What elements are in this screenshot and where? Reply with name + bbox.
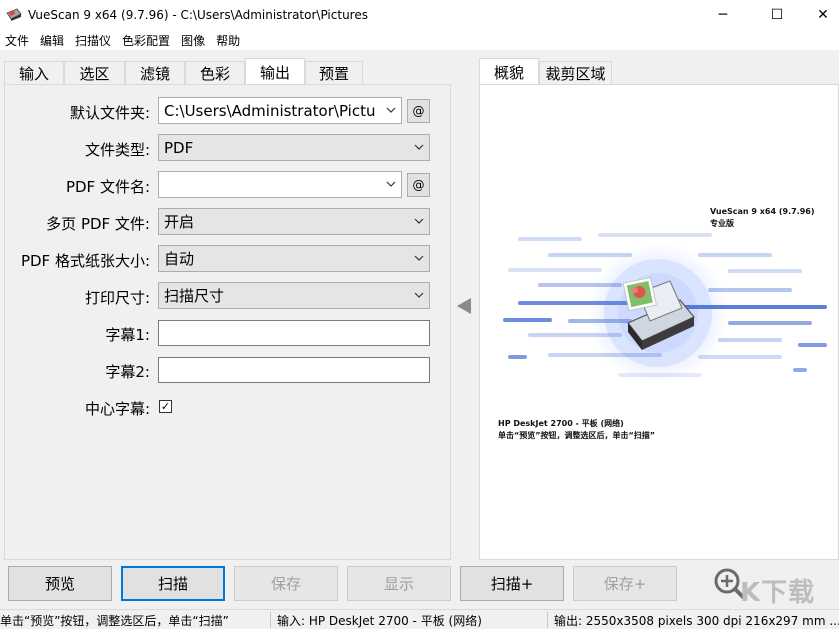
multipage-pdf-label: 多页 PDF 文件: [46, 215, 150, 233]
vuescan-app-icon [6, 8, 22, 21]
chevron-down-icon [414, 255, 424, 261]
show-button[interactable]: 显示 [347, 566, 451, 601]
default-folder-label: 默认文件夹: [69, 104, 150, 122]
tab-output[interactable]: 输出 [245, 58, 305, 86]
menu-bar: 文件 编辑 扫描仪 色彩配置 图像 帮助 [0, 30, 839, 50]
caption1-input[interactable] [158, 320, 430, 346]
preview-product-name: VueScan 9 x64 (9.7.96) [710, 207, 815, 216]
pdf-filename-at-button[interactable]: @ [407, 173, 430, 197]
chevron-down-icon [386, 107, 396, 113]
print-size-label: 打印尺寸: [84, 289, 150, 307]
menu-edit[interactable]: 编辑 [35, 32, 70, 49]
chevron-down-icon [414, 218, 424, 224]
scan-button[interactable]: 扫描 [121, 566, 225, 601]
tab-prefs[interactable]: 预置 [305, 61, 363, 85]
caption2-input[interactable] [158, 357, 430, 383]
caption1-label: 字幕1: [105, 326, 150, 344]
preview-edition: 专业版 [710, 219, 734, 228]
tab-color[interactable]: 色彩 [185, 61, 245, 85]
save-button[interactable]: 保存 [234, 566, 338, 601]
tab-crop[interactable]: 选区 [64, 61, 125, 85]
status-input: 输入: HP DeskJet 2700 - 平板 (网络) [277, 614, 482, 628]
print-size-value: 扫描尺寸 [164, 287, 225, 305]
pdf-paper-size-label: PDF 格式纸张大小: [20, 252, 150, 270]
watermark: K下载 [740, 578, 816, 608]
chevron-down-icon [414, 292, 424, 298]
close-button[interactable]: ✕ [800, 0, 839, 30]
status-hint: 单击“预览”按钮，调整选区后，单击“扫描” [0, 614, 229, 628]
default-folder-at-button[interactable]: @ [407, 99, 430, 123]
collapse-arrow-icon[interactable] [457, 298, 471, 314]
title-bar: VueScan 9 x64 (9.7.96) - C:\Users\Admini… [0, 0, 839, 30]
file-type-value: PDF [164, 138, 194, 157]
status-divider [547, 612, 548, 628]
file-type-label: 文件类型: [84, 141, 150, 159]
vuescan-window: VueScan 9 x64 (9.7.96) - C:\Users\Admini… [0, 0, 839, 629]
status-bar: 单击“预览”按钮，调整选区后，单击“扫描” 输入: HP DeskJet 270… [0, 609, 839, 629]
scan-plus-button[interactable]: 扫描+ [460, 566, 564, 601]
center-caption-label: 中心字幕: [84, 400, 150, 418]
menu-file[interactable]: 文件 [0, 32, 35, 49]
preview-panel: VueScan 9 x64 (9.7.96) 专业版 HP DeskJet 27… [479, 84, 839, 560]
tab-crop-area[interactable]: 裁剪区域 [539, 61, 612, 85]
status-output: 输出: 2550x3508 pixels 300 dpi 216x297 mm … [554, 614, 839, 628]
save-plus-button[interactable]: 保存+ [573, 566, 677, 601]
default-folder-value: C:\Users\Administrator\Pictu [164, 101, 376, 120]
window-title: VueScan 9 x64 (9.7.96) - C:\Users\Admini… [28, 8, 368, 22]
print-size-select[interactable]: 扫描尺寸 [158, 282, 430, 309]
center-caption-checkbox[interactable]: ✓ [159, 400, 172, 413]
maximize-icon: ☐ [770, 7, 784, 23]
close-icon: ✕ [817, 7, 829, 23]
tab-overview[interactable]: 概貌 [479, 58, 539, 86]
default-folder-combo[interactable]: C:\Users\Administrator\Pictu [158, 97, 402, 124]
minimize-button[interactable]: ─ [700, 0, 746, 30]
output-settings-panel: 默认文件夹: C:\Users\Administrator\Pictu @ 文件… [4, 84, 451, 560]
caption2-label: 字幕2: [105, 363, 150, 381]
tab-input[interactable]: 输入 [4, 61, 64, 85]
status-divider [270, 612, 271, 628]
pdf-paper-size-value: 自动 [164, 250, 195, 268]
file-type-select[interactable]: PDF [158, 134, 430, 161]
multipage-pdf-select[interactable]: 开启 [158, 208, 430, 235]
tab-filter[interactable]: 滤镜 [125, 61, 185, 85]
chevron-down-icon [414, 144, 424, 150]
menu-image[interactable]: 图像 [176, 32, 211, 49]
pdf-filename-combo[interactable] [158, 171, 402, 198]
maximize-button[interactable]: ☐ [754, 0, 800, 30]
menu-help[interactable]: 帮助 [211, 32, 246, 49]
preview-device: HP DeskJet 2700 - 平板 (网络) [498, 419, 624, 428]
preview-button[interactable]: 预览 [8, 566, 112, 601]
menu-scanner[interactable]: 扫描仪 [70, 32, 117, 49]
multipage-pdf-value: 开启 [164, 213, 195, 231]
scanner-illustration [503, 233, 827, 383]
preview-hint: 单击“预览”按钮，调整选区后，单击“扫描” [498, 431, 656, 440]
pdf-paper-size-select[interactable]: 自动 [158, 245, 430, 272]
pdf-filename-label: PDF 文件名: [65, 178, 150, 196]
minimize-icon: ─ [718, 7, 728, 23]
chevron-down-icon [386, 181, 396, 187]
menu-color-profile[interactable]: 色彩配置 [117, 32, 176, 49]
